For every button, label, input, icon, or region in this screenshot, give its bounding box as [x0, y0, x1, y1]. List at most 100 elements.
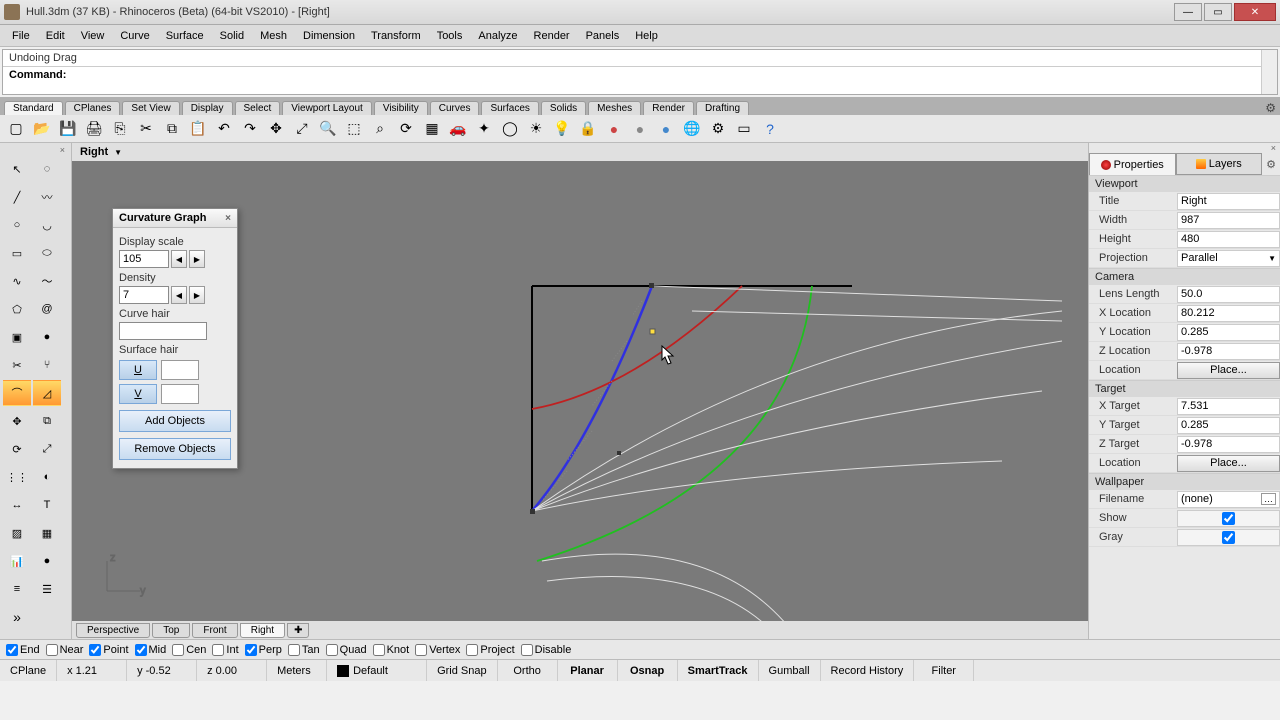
- grid-icon[interactable]: ▦: [420, 117, 444, 141]
- display-scale-down-button[interactable]: ◀: [171, 250, 187, 268]
- place-target-button[interactable]: Place...: [1177, 455, 1280, 472]
- toolbar-tab-viewport-layout[interactable]: Viewport Layout: [282, 101, 372, 115]
- command-line[interactable]: Command:: [3, 66, 1277, 83]
- menu-curve[interactable]: Curve: [112, 28, 157, 44]
- prop-gray-checkbox[interactable]: [1222, 531, 1235, 544]
- bug-icon[interactable]: ✦: [472, 117, 496, 141]
- tool-interp[interactable]: 〜: [33, 268, 61, 294]
- menu-panels[interactable]: Panels: [578, 28, 628, 44]
- toolbar-tab-visibility[interactable]: Visibility: [374, 101, 428, 115]
- redo-icon[interactable]: ↷: [238, 117, 262, 141]
- osnap-knot[interactable]: Knot: [373, 644, 410, 656]
- help-icon[interactable]: ?: [758, 117, 782, 141]
- view-tab-top[interactable]: Top: [152, 623, 190, 638]
- status-toggle-smarttrack[interactable]: SmartTrack: [678, 660, 759, 681]
- osnap-mid[interactable]: Mid: [135, 644, 167, 656]
- osnap-point-checkbox[interactable]: [89, 644, 101, 656]
- minimize-button[interactable]: —: [1174, 3, 1202, 21]
- print-icon[interactable]: 🖨: [82, 117, 106, 141]
- sun-icon[interactable]: ☀: [524, 117, 548, 141]
- density-up-button[interactable]: ▶: [189, 286, 205, 304]
- toolbar-tab-solids[interactable]: Solids: [541, 101, 586, 115]
- paste-icon[interactable]: 📋: [186, 117, 210, 141]
- tool-props[interactable]: ☰: [33, 576, 61, 602]
- curvature-panel-close-icon[interactable]: ×: [225, 213, 231, 224]
- tool-polygon[interactable]: ⬠: [3, 296, 31, 322]
- sel-icon[interactable]: ▭: [732, 117, 756, 141]
- panel-gear-icon[interactable]: ⚙: [1262, 153, 1280, 175]
- shade-g-icon[interactable]: ●: [628, 117, 652, 141]
- menu-tools[interactable]: Tools: [429, 28, 471, 44]
- prop-height-value[interactable]: 480: [1177, 231, 1280, 248]
- save-icon[interactable]: 💾: [56, 117, 80, 141]
- osnap-vertex-checkbox[interactable]: [415, 644, 427, 656]
- light-icon[interactable]: 💡: [550, 117, 574, 141]
- view-tab-front[interactable]: Front: [192, 623, 237, 638]
- tool-fillet[interactable]: ⌒: [3, 380, 31, 406]
- tool-spiral[interactable]: @: [33, 296, 61, 322]
- status-units[interactable]: Meters: [267, 660, 327, 681]
- menu-edit[interactable]: Edit: [38, 28, 73, 44]
- prop-projection-value[interactable]: Parallel▼: [1177, 250, 1280, 267]
- zoom-dyn-icon[interactable]: ⌕: [368, 117, 392, 141]
- status-toggle-osnap[interactable]: Osnap: [618, 660, 678, 681]
- osnap-knot-checkbox[interactable]: [373, 644, 385, 656]
- status-toggle-record-history[interactable]: Record History: [821, 660, 915, 681]
- status-toggle-ortho[interactable]: Ortho: [498, 660, 558, 681]
- tool-mesh[interactable]: ▦: [33, 520, 61, 546]
- toolbar-gear-icon[interactable]: ⚙: [1265, 101, 1276, 115]
- prop-xtarget-value[interactable]: 7.531: [1177, 398, 1280, 415]
- density-down-button[interactable]: ◀: [171, 286, 187, 304]
- tool-trim[interactable]: ✂: [3, 352, 31, 378]
- osnap-vertex[interactable]: Vertex: [415, 644, 460, 656]
- toolbar-tab-cplanes[interactable]: CPlanes: [65, 101, 121, 115]
- toolbar-tab-surfaces[interactable]: Surfaces: [481, 101, 538, 115]
- osnap-cen-checkbox[interactable]: [172, 644, 184, 656]
- lock-icon[interactable]: 🔒: [576, 117, 600, 141]
- osnap-end[interactable]: End: [6, 644, 40, 656]
- maximize-button[interactable]: ▭: [1204, 3, 1232, 21]
- tool-array[interactable]: ⋮⋮: [3, 464, 31, 490]
- copy-icon[interactable]: ⧉: [160, 117, 184, 141]
- view-tab-add-icon[interactable]: ✚: [287, 623, 309, 638]
- menu-render[interactable]: Render: [526, 28, 578, 44]
- tool-split[interactable]: ⑂: [33, 352, 61, 378]
- curve-hair-field[interactable]: [119, 322, 207, 340]
- gear-icon[interactable]: ⚙: [706, 117, 730, 141]
- remove-objects-button[interactable]: Remove Objects: [119, 438, 231, 460]
- undo-icon[interactable]: ↶: [212, 117, 236, 141]
- tool-sphere[interactable]: ●: [33, 324, 61, 350]
- display-scale-input[interactable]: [119, 250, 169, 268]
- status-toggle-filter[interactable]: Filter: [914, 660, 974, 681]
- tool-render[interactable]: ●: [33, 548, 61, 574]
- tool-pointer[interactable]: ↖: [3, 156, 31, 182]
- osnap-project[interactable]: Project: [466, 644, 514, 656]
- osnap-near[interactable]: Near: [46, 644, 84, 656]
- toolbar-tab-curves[interactable]: Curves: [430, 101, 480, 115]
- tool-analyze[interactable]: 📊: [3, 548, 31, 574]
- osnap-perp[interactable]: Perp: [245, 644, 282, 656]
- toolbar-tab-select[interactable]: Select: [235, 101, 281, 115]
- menu-solid[interactable]: Solid: [212, 28, 252, 44]
- tool-chamfer[interactable]: ◿: [33, 380, 61, 406]
- tool-ellipse[interactable]: ⬭: [33, 240, 61, 266]
- tool-curve[interactable]: ∿: [3, 268, 31, 294]
- osnap-tan-checkbox[interactable]: [288, 644, 300, 656]
- close-button[interactable]: ✕: [1234, 3, 1276, 21]
- tool-dim[interactable]: ↔: [3, 492, 31, 518]
- osnap-mid-checkbox[interactable]: [135, 644, 147, 656]
- tool-text[interactable]: T: [33, 492, 61, 518]
- viewport-title[interactable]: Right: [76, 146, 112, 158]
- menu-view[interactable]: View: [73, 28, 113, 44]
- display-scale-up-button[interactable]: ▶: [189, 250, 205, 268]
- toolbar-tab-drafting[interactable]: Drafting: [696, 101, 749, 115]
- place-camera-button[interactable]: Place...: [1177, 362, 1280, 379]
- osnap-int-checkbox[interactable]: [212, 644, 224, 656]
- tab-layers[interactable]: Layers: [1176, 153, 1263, 175]
- tool-arc[interactable]: ◡: [33, 212, 61, 238]
- osnap-disable-checkbox[interactable]: [521, 644, 533, 656]
- osnap-int[interactable]: Int: [212, 644, 238, 656]
- toolbar-tab-standard[interactable]: Standard: [4, 101, 63, 115]
- panel-close-icon[interactable]: ×: [1089, 143, 1280, 153]
- prop-ztarget-value[interactable]: -0.978: [1177, 436, 1280, 453]
